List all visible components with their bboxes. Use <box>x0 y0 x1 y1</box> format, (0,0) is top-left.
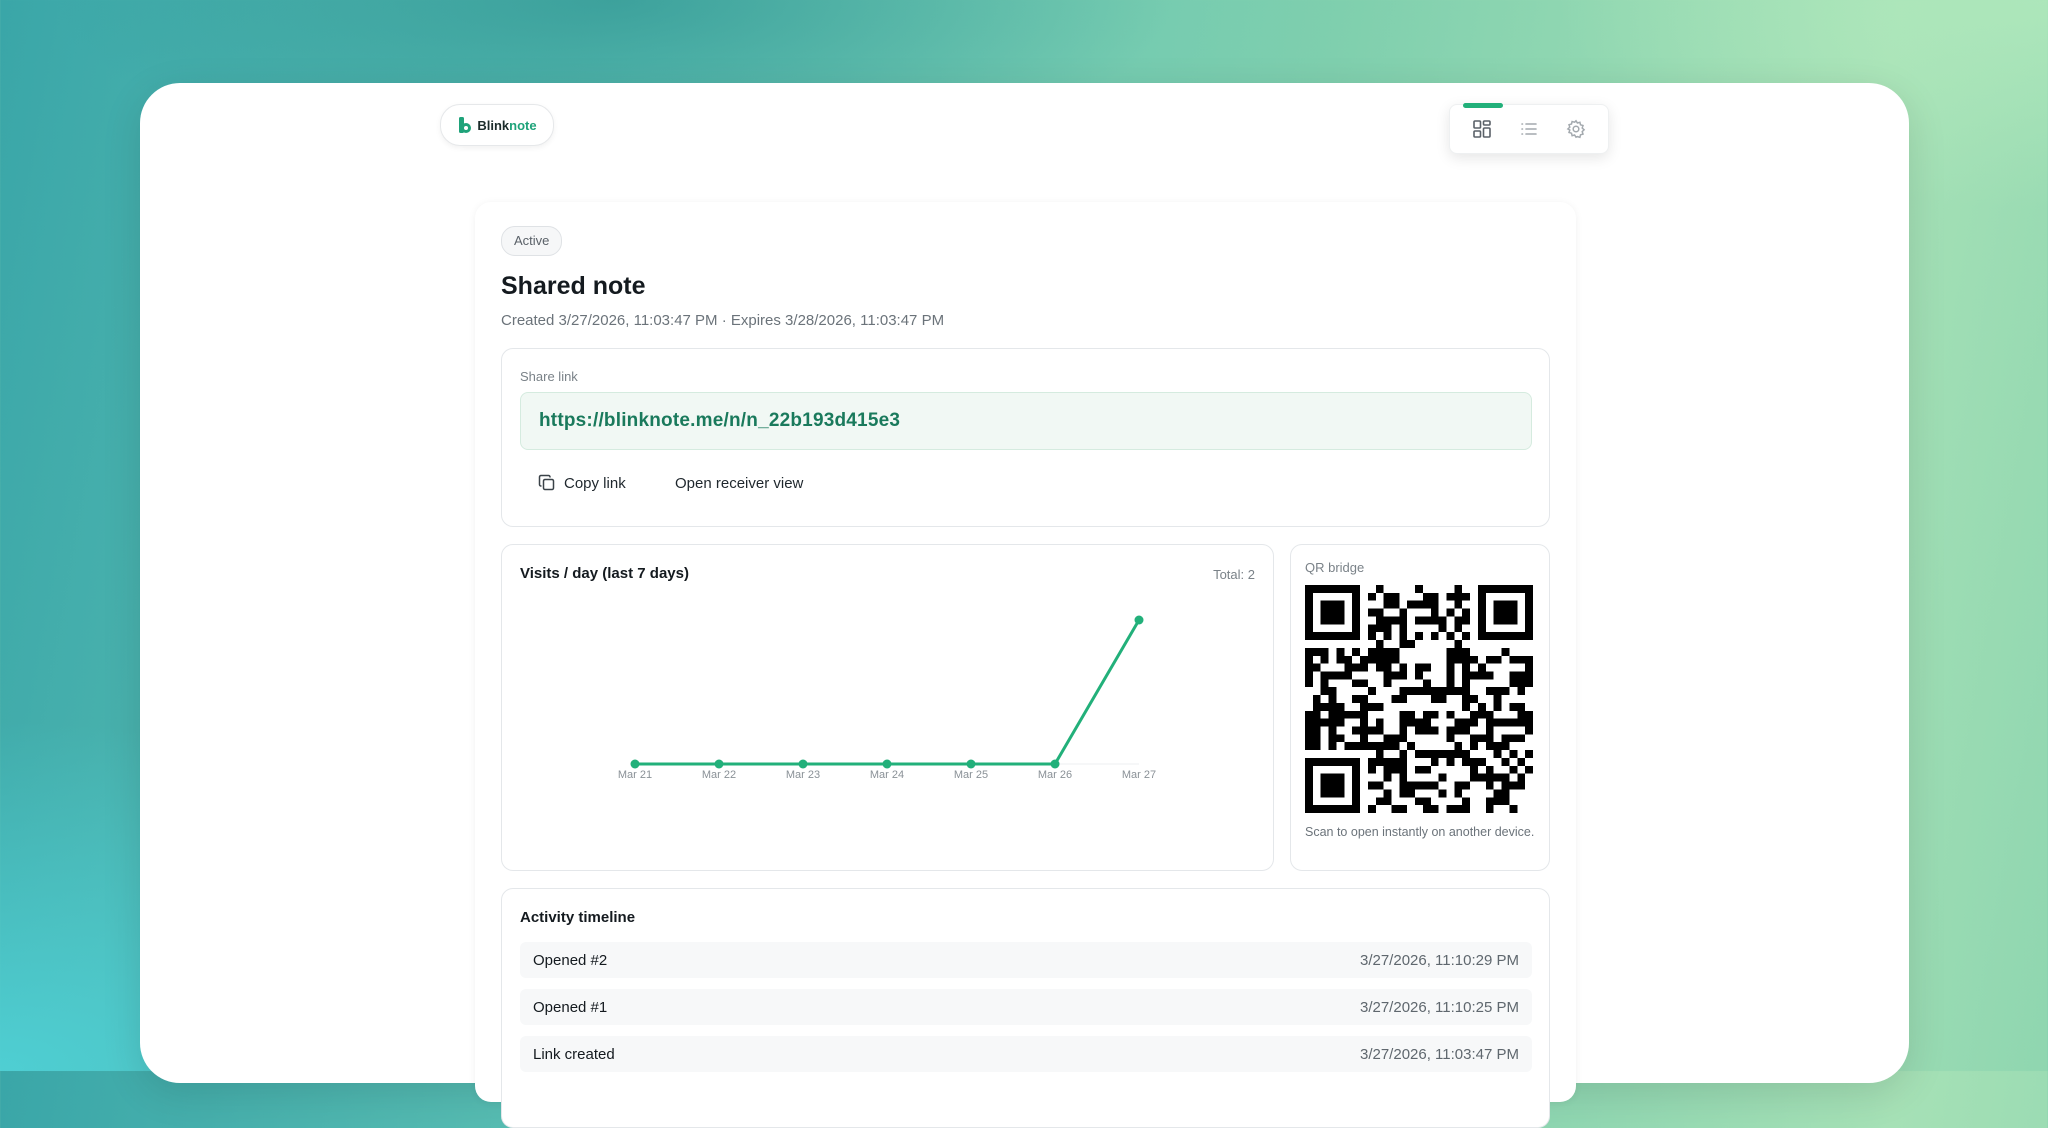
data-point[interactable] <box>630 759 640 769</box>
active-view-indicator <box>1463 103 1503 108</box>
share-link-url: https://blinknote.me/n/n_22b193d415e3 <box>539 410 901 431</box>
list-view-button[interactable] <box>1513 113 1545 145</box>
x-tick-label: Mar 25 <box>954 769 988 781</box>
timeline-event: Link created <box>533 1045 615 1063</box>
open-receiver-view-label: Open receiver view <box>675 474 804 492</box>
visits-chart-panel: Visits / day (last 7 days) Total: 2 Mar … <box>501 544 1274 871</box>
visits-line-chart: Mar 21 Mar 22 Mar 23 Mar 24 Mar 25 Mar 26 Mar … <box>618 615 1156 781</box>
timeline-event: Opened #1 <box>533 998 608 1016</box>
grid-icon <box>1472 120 1491 138</box>
share-link-panel: Share link https://blinknote.me/n/n_22b1… <box>501 348 1550 527</box>
timeline-row: Link created 3/27/2026, 11:03:47 PM <box>520 1036 1532 1072</box>
brand-logo[interactable]: Blinknote <box>440 104 554 146</box>
list-icon <box>1521 123 1537 135</box>
data-point[interactable] <box>882 759 892 769</box>
copy-link-label: Copy link <box>564 474 626 492</box>
qr-bridge-panel: QR bridge Scan to open instantly on anot… <box>1290 544 1550 871</box>
page-title: Shared note <box>501 272 646 300</box>
note-meta: Created 3/27/2026, 11:03:47 PM · Expires… <box>501 312 945 329</box>
status-badge: Active <box>501 226 563 256</box>
x-tick-label: Mar 27 <box>1122 769 1156 781</box>
timeline-row: Opened #1 3/27/2026, 11:10:25 PM <box>520 989 1532 1025</box>
x-tick-label: Mar 22 <box>702 769 736 781</box>
copy-icon <box>538 474 555 491</box>
x-tick-label: Mar 21 <box>618 769 652 781</box>
x-tick-label: Mar 24 <box>870 769 904 781</box>
data-point[interactable] <box>1050 759 1060 769</box>
timeline-title: Activity timeline <box>520 909 636 926</box>
x-tick-label: Mar 26 <box>1038 769 1072 781</box>
x-tick-label: Mar 23 <box>786 769 820 781</box>
view-toolbar <box>1449 103 1609 154</box>
brand-name: Blinknote <box>477 117 537 133</box>
qr-caption: Scan to open instantly on another device… <box>1305 825 1535 839</box>
copy-link-button[interactable]: Copy link <box>530 465 634 501</box>
settings-button[interactable] <box>1560 113 1592 145</box>
open-receiver-view-button[interactable]: Open receiver view <box>667 465 811 501</box>
data-point[interactable] <box>1134 615 1144 625</box>
grid-view-button[interactable] <box>1466 113 1498 145</box>
data-point[interactable] <box>714 759 724 769</box>
timeline-event: Opened #2 <box>533 951 608 969</box>
blinknote-logo-icon <box>459 117 472 133</box>
timeline-time: 3/27/2026, 11:03:47 PM <box>1359 1045 1519 1063</box>
share-link-label: Share link <box>520 369 578 384</box>
qr-code[interactable] <box>1305 585 1533 813</box>
timeline-row: Opened #2 3/27/2026, 11:10:29 PM <box>520 942 1532 978</box>
gear-icon <box>1566 119 1586 139</box>
share-link-field[interactable]: https://blinknote.me/n/n_22b193d415e3 <box>520 392 1532 450</box>
timeline-time: 3/27/2026, 11:10:25 PM <box>1359 998 1519 1016</box>
data-point[interactable] <box>798 759 808 769</box>
qr-label: QR bridge <box>1305 560 1365 575</box>
data-point[interactable] <box>966 759 976 769</box>
series-line <box>635 619 1141 766</box>
timeline-time: 3/27/2026, 11:10:29 PM <box>1359 951 1519 969</box>
activity-timeline-panel: Activity timeline Opened #2 3/27/2026, 1… <box>501 888 1550 1128</box>
